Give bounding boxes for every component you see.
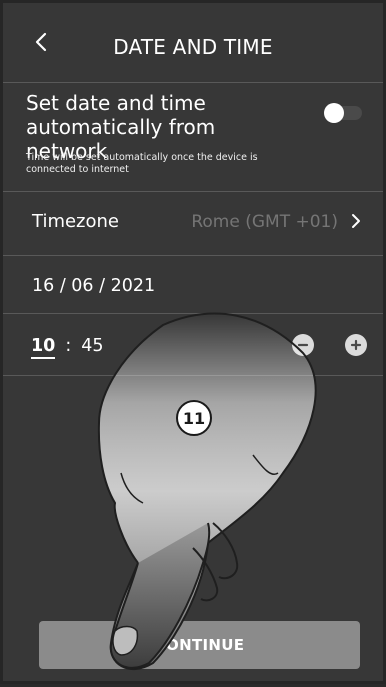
divider xyxy=(3,255,383,256)
chevron-right-icon xyxy=(346,209,366,233)
timezone-value: Rome (GMT +01) xyxy=(191,212,338,232)
auto-network-description: Time will be set automatically once the … xyxy=(26,152,258,175)
time-display: 10 : 45 xyxy=(31,336,104,359)
date-value: 16 / 06 / 2021 xyxy=(32,276,156,296)
continue-button[interactable]: CONTINUE xyxy=(39,621,360,669)
date-row[interactable]: 16 / 06 / 2021 xyxy=(3,257,383,317)
minus-circle-icon xyxy=(297,343,309,347)
toggle-knob xyxy=(324,103,344,123)
timezone-row[interactable]: Timezone Rome (GMT +01) xyxy=(3,193,383,253)
increase-button[interactable] xyxy=(345,334,367,356)
auto-network-setting: Set date and time automatically from net… xyxy=(3,91,383,187)
divider xyxy=(3,82,383,83)
divider xyxy=(3,313,383,314)
divider xyxy=(3,191,383,192)
time-minute[interactable]: 45 xyxy=(81,336,103,356)
header: DATE AND TIME xyxy=(3,3,383,85)
time-hour[interactable]: 10 xyxy=(31,336,56,359)
divider xyxy=(3,375,383,376)
page-title: DATE AND TIME xyxy=(113,35,273,59)
step-number-badge: 11 xyxy=(176,400,212,436)
decrease-button[interactable] xyxy=(292,334,314,356)
timezone-label: Timezone xyxy=(32,211,119,232)
auto-network-toggle[interactable] xyxy=(324,103,362,123)
time-separator: : xyxy=(65,336,72,356)
device-screen: DATE AND TIME Set date and time automati… xyxy=(0,0,386,684)
time-row: 10 : 45 xyxy=(3,317,383,377)
plus-circle-icon xyxy=(350,339,362,351)
